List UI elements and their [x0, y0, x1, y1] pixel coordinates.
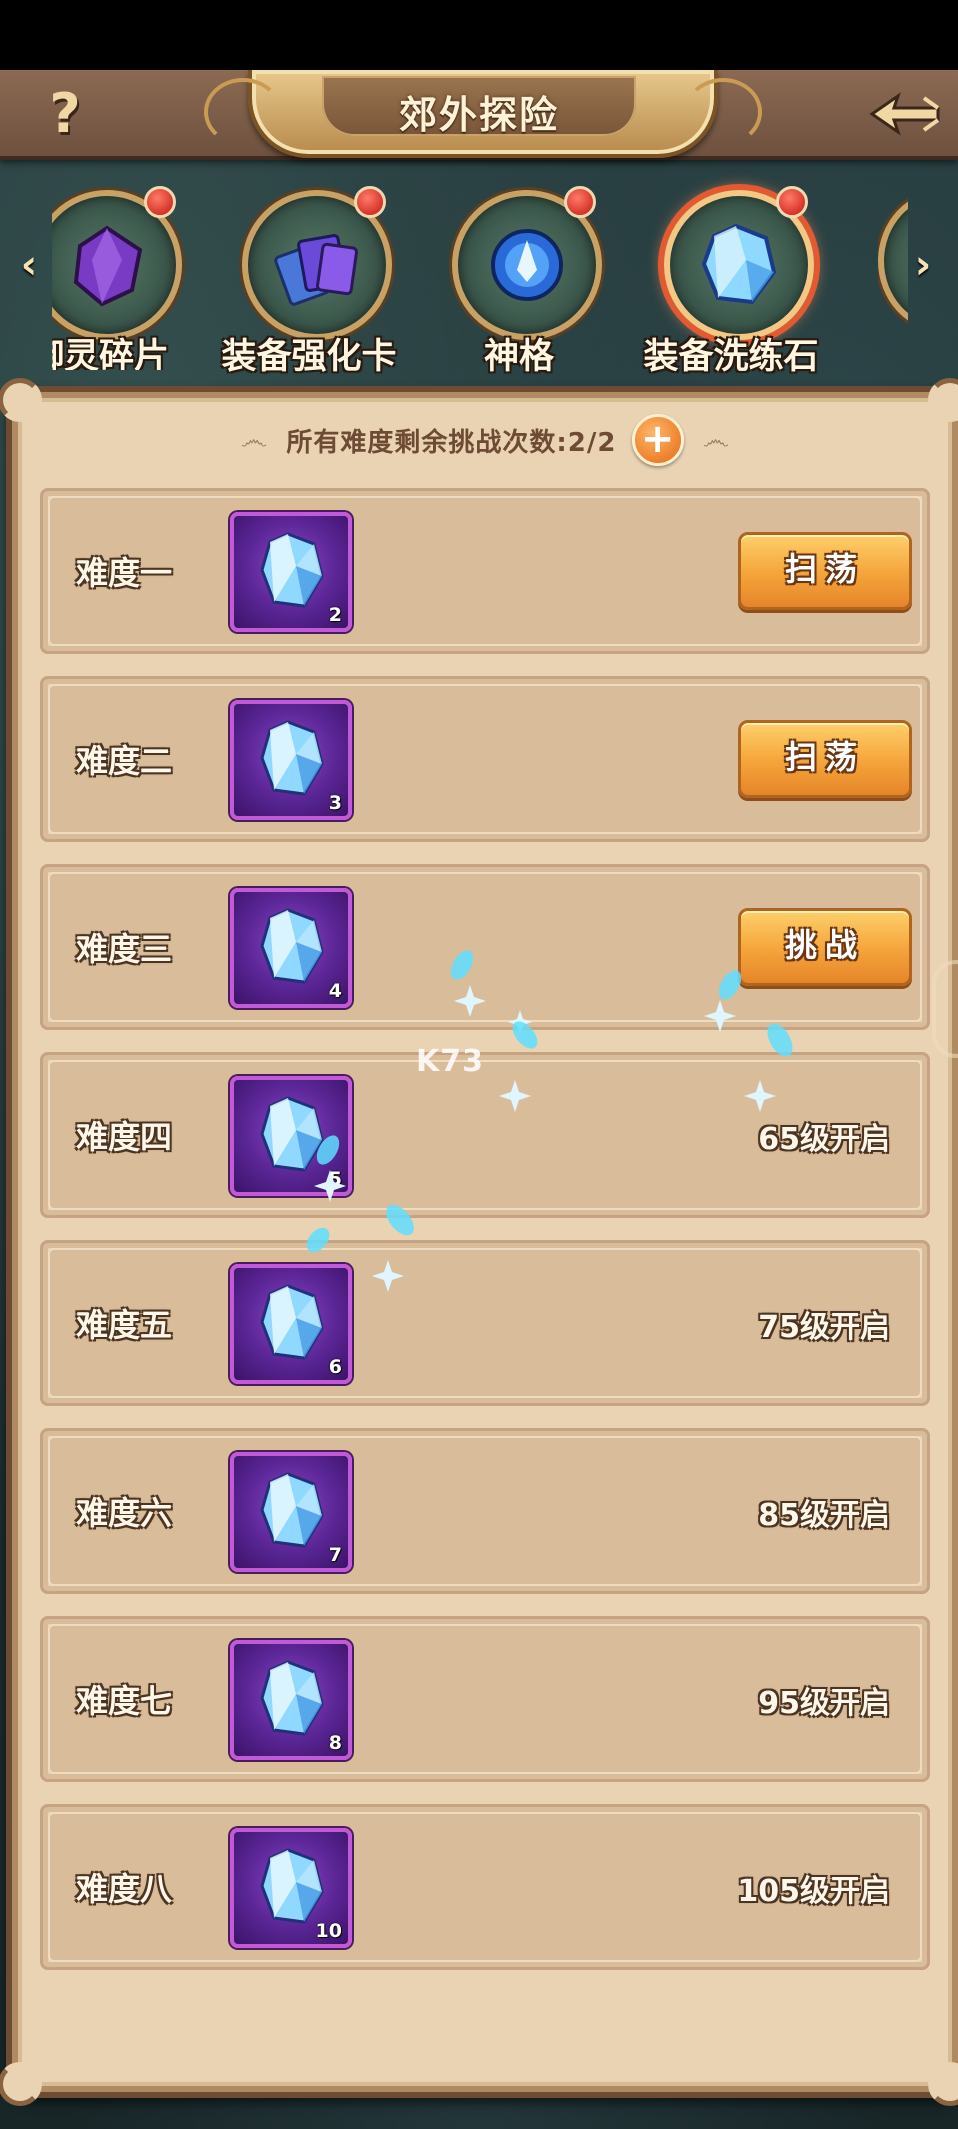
challenge-button[interactable]: 挑战 [738, 908, 912, 986]
difficulty-row: 难度三 4 挑战 [40, 864, 930, 1030]
reward-item-slot[interactable]: 8 [230, 1640, 352, 1760]
refine-stone-icon [260, 908, 324, 984]
reward-count: 10 [315, 1920, 342, 1942]
sweep-button[interactable]: 扫荡 [738, 720, 912, 798]
difficulty-row: 难度六 7 85级开启 [40, 1428, 930, 1594]
difficulty-panel: ෴ 所有难度剩余挑战次数:2/2 + ෴ 难度一 2 扫荡 难度二 3 扫荡 难… [0, 378, 958, 2106]
swirl-ornament-icon: ෴ [702, 423, 730, 456]
alert-dot [144, 186, 176, 218]
category-item-refine-stone[interactable]: 装备洗练石 [636, 186, 819, 377]
category-label: 装备强化卡 [221, 337, 397, 377]
difficulty-label: 难度五 [76, 1306, 173, 1344]
reward-count: 7 [328, 1544, 342, 1566]
category-label: 神格 [483, 337, 554, 377]
refine-stone-icon [701, 223, 777, 305]
page-title: 郊外探险 [398, 93, 559, 137]
alert-dot [564, 186, 596, 218]
remaining-attempts-text: 所有难度剩余挑战次数:2/2 [286, 427, 617, 458]
reward-item-slot[interactable]: 6 [230, 1264, 352, 1384]
unlock-requirement: 105级开启 [737, 1874, 890, 1909]
category-item-upgrade-card[interactable]: 装备强化卡 [214, 186, 397, 377]
difficulty-label: 难度七 [76, 1682, 173, 1720]
reward-count: 3 [328, 792, 342, 814]
blue-orb-icon [491, 229, 563, 301]
difficulty-row: 难度五 6 75级开启 [40, 1240, 930, 1406]
carousel-left-arrow-icon[interactable]: ‹ [14, 240, 44, 290]
difficulty-row: 难度一 2 扫荡 [40, 488, 930, 654]
difficulty-label: 难度六 [76, 1494, 173, 1532]
refine-stone-icon [260, 1284, 324, 1360]
refine-stone-icon [260, 532, 324, 608]
sweep-button[interactable]: 扫荡 [738, 532, 912, 610]
refine-stone-icon [260, 1472, 324, 1548]
category-label: 装备洗练石 [643, 337, 819, 377]
carousel-right-arrow-icon[interactable]: › [908, 240, 938, 290]
status-bar [0, 0, 958, 70]
refine-stone-icon [260, 1096, 324, 1172]
reward-count: 4 [328, 980, 342, 1002]
difficulty-row: 难度八 10 105级开启 [40, 1804, 930, 1970]
unlock-requirement: 95级开启 [758, 1686, 890, 1721]
reward-count: 6 [328, 1356, 342, 1378]
watermark: K73 [416, 1044, 484, 1079]
swirl-ornament-icon: ෴ [240, 423, 268, 456]
upgrade-cards-icon [274, 234, 359, 306]
difficulty-row: 难度二 3 扫荡 [40, 676, 930, 842]
difficulty-label: 难度八 [76, 1870, 173, 1908]
reward-count: 2 [328, 604, 342, 626]
category-label: 御灵碎片 [52, 337, 169, 370]
reward-item-slot[interactable]: 5 [230, 1076, 352, 1196]
reward-count: 5 [328, 1168, 342, 1190]
add-attempts-button[interactable]: + [631, 414, 684, 466]
category-item-divinity[interactable]: 神格 [424, 186, 602, 377]
reward-item-slot[interactable]: 2 [230, 512, 352, 632]
category-item-spirit-shard[interactable]: 御灵碎片 [52, 186, 182, 370]
refine-stone-icon [260, 720, 324, 796]
category-clip-right [878, 170, 908, 370]
unlock-requirement: 75级开启 [758, 1310, 890, 1345]
difficulty-label: 难度一 [76, 554, 173, 592]
difficulty-row: 难度七 8 95级开启 [40, 1616, 930, 1782]
reward-count: 8 [328, 1732, 342, 1754]
refine-stone-icon [260, 1660, 324, 1736]
difficulty-row: 难度四 5 65级开启 [40, 1052, 930, 1218]
reward-item-slot[interactable]: 10 [230, 1828, 352, 1948]
side-drawer-handle[interactable] [932, 960, 958, 1058]
help-button[interactable]: ? [38, 86, 92, 142]
title-plaque: 郊外探险 [204, 70, 762, 158]
alert-dot [776, 186, 808, 218]
difficulty-label: 难度二 [76, 742, 173, 780]
reward-item-slot[interactable]: 4 [230, 888, 352, 1008]
difficulty-label: 难度四 [76, 1118, 173, 1156]
purple-crystal-shard-icon [73, 225, 143, 307]
refine-stone-icon [260, 1848, 324, 1924]
unlock-requirement: 85级开启 [758, 1498, 890, 1533]
difficulty-label: 难度三 [76, 930, 173, 968]
alert-dot [354, 186, 386, 218]
panel-corner [0, 2062, 42, 2106]
attempts-bar: ෴ 所有难度剩余挑战次数:2/2 + ෴ [12, 414, 958, 474]
back-arrow-icon[interactable] [864, 92, 944, 136]
reward-item-slot[interactable]: 3 [230, 700, 352, 820]
category-clip-left: 御灵碎片 [52, 170, 192, 370]
category-ring-partial [878, 190, 908, 332]
unlock-requirement: 65级开启 [758, 1122, 890, 1157]
reward-item-slot[interactable]: 7 [230, 1452, 352, 1572]
title-banner: 郊外探险 [322, 76, 636, 137]
